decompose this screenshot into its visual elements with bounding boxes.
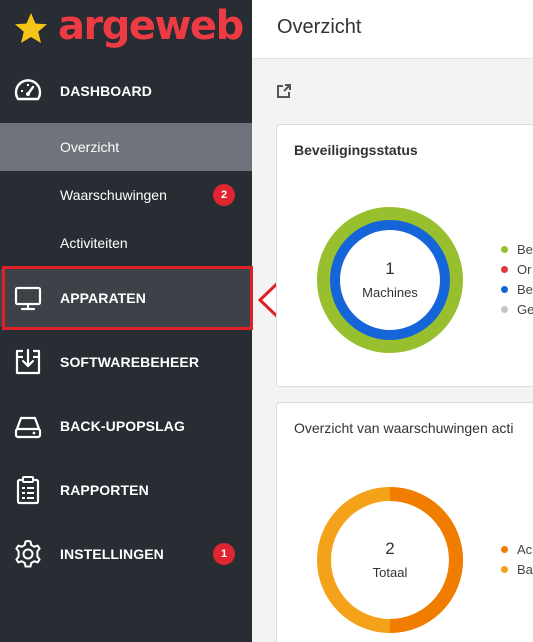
legend-label: Ge bbox=[517, 302, 533, 317]
donut-caption: Machines bbox=[362, 285, 418, 300]
sidebar-item-label: RAPPORTEN bbox=[60, 482, 149, 498]
donut-value: 2 bbox=[385, 539, 395, 558]
legend-item[interactable]: Be bbox=[501, 242, 533, 257]
star-icon bbox=[15, 13, 47, 43]
alerts-overview-widget: Overzicht van waarschuwingen acti 2 Tota… bbox=[276, 402, 533, 642]
sidebar-item-label: INSTELLINGEN bbox=[60, 546, 164, 562]
sidebar-item-label: SOFTWAREBEHEER bbox=[60, 354, 200, 370]
donut-value: 1 bbox=[385, 259, 395, 278]
page-header: Overzicht bbox=[252, 0, 533, 59]
legend-label: Ac bbox=[517, 542, 533, 557]
sidebar-item-instellingen[interactable]: INSTELLINGEN 1 bbox=[0, 525, 252, 583]
sidebar-subitem-waarschuwingen[interactable]: Waarschuwingen 2 bbox=[0, 171, 252, 219]
sidebar-item-label: Overzicht bbox=[60, 139, 120, 155]
widget-title: Beveiligingsstatus bbox=[294, 142, 418, 158]
sidebar-item-rapporten[interactable]: RAPPORTEN bbox=[0, 461, 252, 519]
legend-dot bbox=[501, 266, 508, 273]
legend-label: Be bbox=[517, 242, 533, 257]
legend-label: Ba bbox=[517, 562, 533, 577]
sidebar-item-label: Waarschuwingen bbox=[60, 187, 167, 203]
sidebar: argeweb DASHBOARD Overzicht Waarschuwing… bbox=[0, 0, 253, 642]
sidebar-item-label: DASHBOARD bbox=[60, 83, 152, 99]
machines-donut-chart[interactable]: 1 Machines bbox=[317, 207, 463, 353]
expand-icon[interactable] bbox=[276, 83, 292, 99]
widget-title: Overzicht van waarschuwingen acti bbox=[294, 420, 514, 436]
alerts-donut-chart[interactable]: 2 Totaal bbox=[317, 487, 463, 633]
sidebar-item-label: BACK-UPOPSLAG bbox=[60, 418, 185, 434]
speedometer-icon bbox=[14, 79, 42, 101]
legend-label: Or bbox=[517, 262, 532, 277]
drive-icon bbox=[14, 416, 42, 439]
legend-dot bbox=[501, 306, 508, 313]
gear-icon bbox=[15, 540, 41, 568]
legend-dot bbox=[501, 286, 508, 293]
legend-item[interactable]: Ac bbox=[501, 542, 532, 557]
donut-rings bbox=[317, 207, 463, 353]
legend-dot bbox=[501, 566, 508, 573]
sidebar-subitem-activiteiten[interactable]: Activiteiten bbox=[0, 219, 252, 267]
sidebar-item-label: Activiteiten bbox=[60, 235, 128, 251]
legend-item[interactable]: Be bbox=[501, 282, 533, 297]
sidebar-item-label: APPARATEN bbox=[60, 290, 146, 306]
sidebar-item-back-upopslag[interactable]: BACK-UPOPSLAG bbox=[0, 397, 252, 455]
legend-item[interactable]: Ge bbox=[501, 302, 533, 317]
brand-name: argeweb bbox=[58, 3, 244, 49]
legend-item[interactable]: Ba bbox=[501, 562, 533, 577]
sidebar-item-dashboard[interactable]: DASHBOARD bbox=[0, 62, 252, 120]
monitor-icon bbox=[14, 286, 42, 311]
argeweb-logo[interactable]: argeweb bbox=[12, 3, 244, 50]
donut-caption: Totaal bbox=[372, 565, 408, 580]
sidebar-item-softwarebeheer[interactable]: SOFTWAREBEHEER bbox=[0, 333, 252, 391]
legend-item[interactable]: Or bbox=[501, 262, 531, 277]
security-status-widget: Beveiligingsstatus 1 Machines Be Or Be G… bbox=[276, 124, 533, 387]
legend-label: Be bbox=[517, 282, 533, 297]
legend-dot bbox=[501, 246, 508, 253]
sidebar-item-apparaten[interactable]: APPARATEN bbox=[0, 269, 252, 327]
page-title: Overzicht bbox=[277, 16, 362, 38]
warning-count-badge: 2 bbox=[213, 184, 235, 206]
sidebar-subitem-overzicht[interactable]: Overzicht bbox=[0, 123, 252, 171]
software-download-icon bbox=[15, 348, 41, 375]
donut-rings bbox=[317, 487, 463, 633]
settings-count-badge: 1 bbox=[213, 543, 235, 565]
clipboard-icon bbox=[16, 476, 40, 505]
legend-dot bbox=[501, 546, 508, 553]
